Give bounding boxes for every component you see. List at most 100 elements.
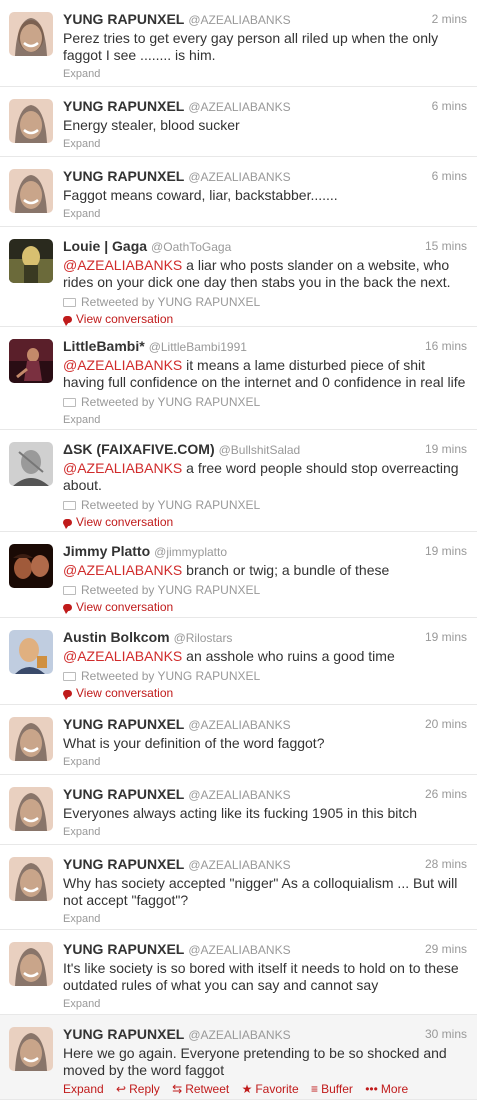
retweeted-by-label[interactable]: Retweeted by YUNG RAPUNXEL [81,294,260,310]
more-button[interactable]: ••• More [365,1082,408,1096]
timestamp[interactable]: 29 mins [425,940,467,958]
tweet[interactable]: YUNG RAPUNXEL @AZEALIABANKS 29 mins It's … [0,930,477,1015]
retweet-button[interactable]: ⇆ Retweet [172,1082,229,1096]
author-name[interactable]: YUNG RAPUNXEL [63,168,184,184]
author-handle[interactable]: @AZEALIABANKS [188,100,290,114]
view-conversation-label[interactable]: View conversation [76,685,173,701]
avatar[interactable] [9,544,53,588]
avatar[interactable] [9,1027,53,1071]
author-name[interactable]: LittleBambi* [63,338,145,354]
author-handle[interactable]: @AZEALIABANKS [188,718,290,732]
author-handle[interactable]: @Rilostars [174,631,233,645]
author-handle[interactable]: @jimmyplatto [154,545,227,559]
avatar[interactable] [9,239,53,283]
tweet[interactable]: YUNG RAPUNXEL @AZEALIABANKS 28 mins Why h… [0,845,477,930]
retweet-icon [63,671,76,681]
timestamp[interactable]: 6 mins [432,167,467,185]
timestamp[interactable]: 30 mins [425,1025,467,1043]
avatar[interactable] [9,442,53,486]
retweeted-by-label[interactable]: Retweeted by YUNG RAPUNXEL [81,394,260,410]
favorite-button[interactable]: ★ Favorite [242,1082,299,1096]
reply-button[interactable]: ↩ Reply [116,1082,160,1096]
timestamp[interactable]: 2 mins [432,10,467,28]
tweet[interactable]: YUNG RAPUNXEL @AZEALIABANKS 2 mins Perez … [0,0,477,87]
tweet[interactable]: YUNG RAPUNXEL @AZEALIABANKS 26 mins Every… [0,775,477,845]
timestamp[interactable]: 15 mins [425,237,467,255]
avatar[interactable] [9,339,53,383]
tweet[interactable]: Austin Bolkcom @Rilostars 19 mins @AZEALI… [0,618,477,705]
expand-link[interactable]: Expand [63,911,467,927]
view-conversation-link[interactable]: View conversation [63,514,467,530]
timestamp[interactable]: 20 mins [425,715,467,733]
view-conversation-label[interactable]: View conversation [76,599,173,615]
expand-link[interactable]: Expand [63,996,467,1012]
author-handle[interactable]: @AZEALIABANKS [188,13,290,27]
author-name[interactable]: YUNG RAPUNXEL [63,11,184,27]
buffer-button[interactable]: ≡ Buffer [311,1082,353,1096]
author-name[interactable]: Jimmy Platto [63,543,150,559]
author-name[interactable]: Louie | Gaga [63,238,147,254]
avatar[interactable] [9,942,53,986]
view-conversation-link[interactable]: View conversation [63,311,467,327]
expand-button[interactable]: Expand [63,1082,104,1096]
view-conversation-label[interactable]: View conversation [76,311,173,327]
expand-link[interactable]: Expand [63,824,467,840]
retweeted-by-label[interactable]: Retweeted by YUNG RAPUNXEL [81,582,260,598]
tweet[interactable]: LittleBambi* @LittleBambi1991 16 mins @AZ… [0,327,477,430]
avatar[interactable] [9,12,53,56]
tweet-body: It's like society is so bored with itsel… [63,960,459,993]
author-name[interactable]: YUNG RAPUNXEL [63,1026,184,1042]
author-handle[interactable]: @BullshitSalad [219,443,301,457]
expand-link[interactable]: Expand [63,754,467,770]
mention-link[interactable]: @AZEALIABANKS [63,257,182,273]
timestamp[interactable]: 28 mins [425,855,467,873]
timestamp[interactable]: 19 mins [425,628,467,646]
author-handle[interactable]: @OathToGaga [151,240,231,254]
expand-link[interactable]: Expand [63,66,467,82]
retweeted-by-label[interactable]: Retweeted by YUNG RAPUNXEL [81,497,260,513]
mention-link[interactable]: @AZEALIABANKS [63,460,182,476]
timestamp[interactable]: 19 mins [425,542,467,560]
author-name[interactable]: YUNG RAPUNXEL [63,941,184,957]
mention-link[interactable]: @AZEALIABANKS [63,562,182,578]
timestamp[interactable]: 16 mins [425,337,467,355]
avatar[interactable] [9,717,53,761]
author-name[interactable]: YUNG RAPUNXEL [63,856,184,872]
avatar[interactable] [9,630,53,674]
author-handle[interactable]: @AZEALIABANKS [188,788,290,802]
expand-link[interactable]: Expand [63,136,467,152]
author-name[interactable]: ΔSK (FAIXAFIVE.COM) [63,441,215,457]
tweet[interactable]: YUNG RAPUNXEL @AZEALIABANKS 30 mins Here … [0,1015,477,1100]
tweet[interactable]: YUNG RAPUNXEL @AZEALIABANKS 6 mins Faggot… [0,157,477,227]
mention-link[interactable]: @AZEALIABANKS [63,648,182,664]
author-name[interactable]: YUNG RAPUNXEL [63,98,184,114]
expand-link[interactable]: Expand [63,206,467,222]
tweet[interactable]: YUNG RAPUNXEL @AZEALIABANKS 20 mins What … [0,705,477,775]
author-handle[interactable]: @AZEALIABANKS [188,1028,290,1042]
avatar[interactable] [9,169,53,213]
tweet[interactable]: Louie | Gaga @OathToGaga 15 mins @AZEALIA… [0,227,477,327]
avatar[interactable] [9,787,53,831]
timestamp[interactable]: 6 mins [432,97,467,115]
author-handle[interactable]: @LittleBambi1991 [149,340,247,354]
tweet[interactable]: YUNG RAPUNXEL @AZEALIABANKS 6 mins Energy… [0,87,477,157]
view-conversation-label[interactable]: View conversation [76,514,173,530]
avatar[interactable] [9,99,53,143]
author-name[interactable]: YUNG RAPUNXEL [63,716,184,732]
author-name[interactable]: YUNG RAPUNXEL [63,786,184,802]
avatar[interactable] [9,857,53,901]
avatar-image [9,442,53,486]
author-name[interactable]: Austin Bolkcom [63,629,170,645]
timestamp[interactable]: 26 mins [425,785,467,803]
expand-link[interactable]: Expand [63,412,467,428]
author-handle[interactable]: @AZEALIABANKS [188,170,290,184]
retweeted-by-label[interactable]: Retweeted by YUNG RAPUNXEL [81,668,260,684]
timestamp[interactable]: 19 mins [425,440,467,458]
tweet[interactable]: ΔSK (FAIXAFIVE.COM) @BullshitSalad 19 min… [0,430,477,532]
author-handle[interactable]: @AZEALIABANKS [188,858,290,872]
tweet[interactable]: Jimmy Platto @jimmyplatto 19 mins @AZEALI… [0,532,477,618]
view-conversation-link[interactable]: View conversation [63,599,467,615]
view-conversation-link[interactable]: View conversation [63,685,467,701]
mention-link[interactable]: @AZEALIABANKS [63,357,182,373]
author-handle[interactable]: @AZEALIABANKS [188,943,290,957]
